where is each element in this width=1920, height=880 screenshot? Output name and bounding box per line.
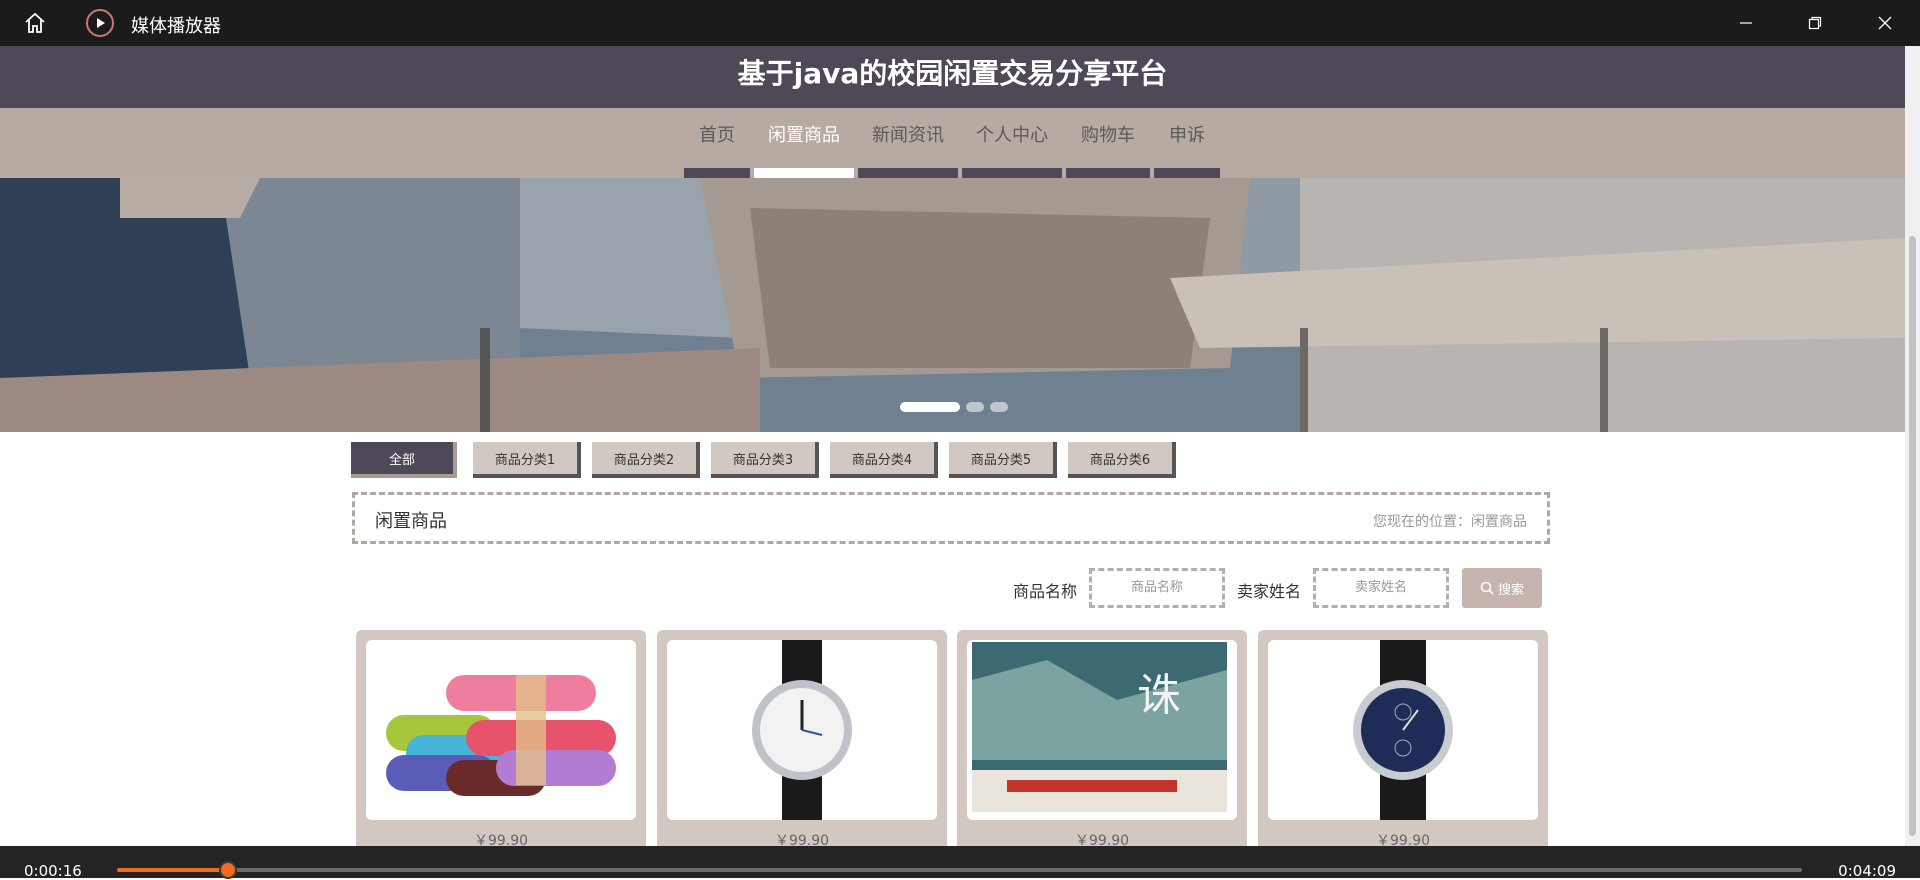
banner-carousel[interactable] xyxy=(0,178,1905,432)
carousel-dot-active[interactable] xyxy=(900,402,960,412)
nav-news[interactable]: 新闻资讯 xyxy=(858,108,958,178)
category-tab-5[interactable]: 商品分类5 xyxy=(949,442,1057,478)
seller-name-label: 卖家姓名 xyxy=(1237,582,1302,601)
close-button[interactable] xyxy=(1855,0,1915,46)
svg-text:诛: 诛 xyxy=(1137,670,1181,721)
product-image-book: 诛 xyxy=(967,640,1237,820)
carousel-indicators xyxy=(900,402,1008,412)
product-card[interactable]: ￥99.90 xyxy=(356,630,646,846)
search-icon xyxy=(1480,581,1494,595)
product-price: ￥99.90 xyxy=(473,833,529,846)
product-price: ￥99.90 xyxy=(1375,833,1431,846)
site-nav: 首页 闲置商品 新闻资讯 个人中心 购物车 申诉 xyxy=(0,108,1905,178)
category-tab-6[interactable]: 商品分类6 xyxy=(1068,442,1176,478)
nav-cart[interactable]: 购物车 xyxy=(1066,108,1150,178)
scrollbar-thumb[interactable] xyxy=(1909,236,1916,836)
nav-idle-goods[interactable]: 闲置商品 xyxy=(754,108,854,178)
product-card[interactable]: ￥99.90 xyxy=(657,630,947,846)
section-title: 闲置商品 xyxy=(375,511,447,532)
breadcrumb: 闲置商品 您现在的位置：闲置商品 xyxy=(352,492,1550,544)
product-card[interactable]: ￥99.90 xyxy=(1258,630,1548,846)
site-title: 基于java的校园闲置交易分享平台 xyxy=(737,57,1168,90)
carousel-dot[interactable] xyxy=(990,402,1008,412)
product-image-blue-watch xyxy=(1268,640,1538,820)
product-card[interactable]: 诛 ￥99.90 xyxy=(957,630,1247,846)
nav-label: 闲置商品 xyxy=(768,125,840,146)
search-button[interactable]: 搜索 xyxy=(1462,568,1542,608)
product-price: ￥99.90 xyxy=(1074,833,1130,846)
player-controls: 0:00:16 0:04:09 xyxy=(0,846,1920,880)
current-time: 0:00:16 xyxy=(24,862,82,880)
product-image-yoga-mats xyxy=(366,640,636,820)
nav-label: 申诉 xyxy=(1169,125,1205,146)
banner-image xyxy=(0,178,1905,432)
seek-thumb[interactable] xyxy=(219,861,238,879)
carousel-dot[interactable] xyxy=(966,402,984,412)
site-header: 基于java的校园闲置交易分享平台 xyxy=(0,46,1905,108)
category-tab-4[interactable]: 商品分类4 xyxy=(830,442,938,478)
product-image-silver-watch xyxy=(667,640,937,820)
nav-home[interactable]: 首页 xyxy=(684,108,750,178)
media-player-icon xyxy=(86,9,114,37)
total-time: 0:04:09 xyxy=(1838,862,1896,880)
web-page: 基于java的校园闲置交易分享平台 首页 闲置商品 新闻资讯 个人中心 购物车 … xyxy=(0,46,1905,846)
category-tab-2[interactable]: 商品分类2 xyxy=(592,442,700,478)
nav-personal-center[interactable]: 个人中心 xyxy=(962,108,1062,178)
category-tab-all[interactable]: 全部 xyxy=(351,442,457,478)
minimize-button[interactable] xyxy=(1716,0,1776,46)
category-tab-3[interactable]: 商品分类3 xyxy=(711,442,819,478)
nav-label: 新闻资讯 xyxy=(872,125,944,146)
window-title: 媒体播放器 xyxy=(131,16,221,37)
page-scrollbar[interactable] xyxy=(1905,46,1920,846)
location-text: 您现在的位置：闲置商品 xyxy=(1373,514,1527,530)
home-icon[interactable] xyxy=(18,9,52,37)
seek-bar[interactable] xyxy=(117,861,1802,879)
product-name-label: 商品名称 xyxy=(1013,582,1078,601)
nav-label: 购物车 xyxy=(1081,125,1135,146)
search-button-label: 搜索 xyxy=(1497,582,1524,598)
window-titlebar: 媒体播放器 xyxy=(0,0,1920,46)
nav-label: 首页 xyxy=(699,125,735,146)
restore-button[interactable] xyxy=(1785,0,1845,46)
product-name-input[interactable]: 商品名称 xyxy=(1089,568,1225,608)
category-tab-1[interactable]: 商品分类1 xyxy=(473,442,581,478)
seller-name-input[interactable]: 卖家姓名 xyxy=(1313,568,1449,608)
seek-progress xyxy=(117,868,229,872)
nav-appeal[interactable]: 申诉 xyxy=(1154,108,1220,178)
nav-label: 个人中心 xyxy=(976,125,1048,146)
product-price: ￥99.90 xyxy=(774,833,830,846)
